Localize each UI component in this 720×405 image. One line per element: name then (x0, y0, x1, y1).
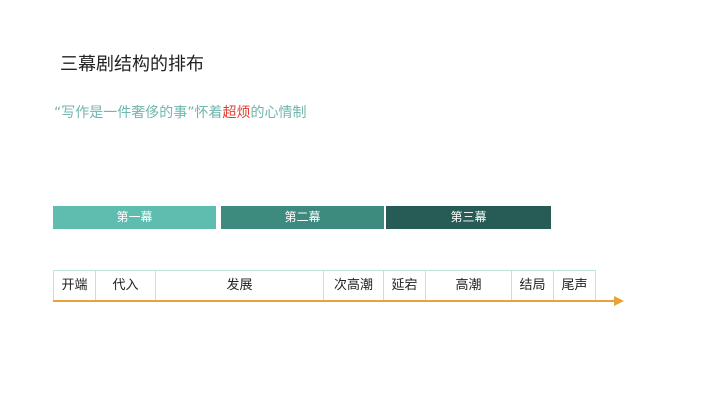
stage-climax: 高潮 (425, 270, 512, 302)
act-three-bar: 第三幕 (386, 206, 551, 229)
timeline-arrow-head-icon (614, 296, 624, 306)
stage-epilogue: 尾声 (553, 270, 596, 302)
stage-delay: 延宕 (383, 270, 426, 302)
act-one-bar: 第一幕 (53, 206, 216, 229)
stage-development: 发展 (155, 270, 324, 302)
slide-title: 三幕剧结构的排布 (60, 54, 204, 75)
act-two-bar: 第二幕 (221, 206, 384, 229)
stage-resolution: 结局 (511, 270, 554, 302)
subtitle-highlight: 超烦 (222, 105, 251, 121)
timeline-arrow-line (53, 300, 616, 302)
subtitle-suffix: 的心情制 (250, 105, 307, 121)
slide-subtitle: “写作是一件奢侈的事”怀着超烦的心情制 (54, 102, 307, 122)
stage-opening: 开端 (53, 270, 96, 302)
stage-immersion: 代入 (95, 270, 156, 302)
subtitle-prefix: “写作是一件奢侈的事”怀着 (54, 105, 223, 121)
stage-sub-climax: 次高潮 (323, 270, 384, 302)
